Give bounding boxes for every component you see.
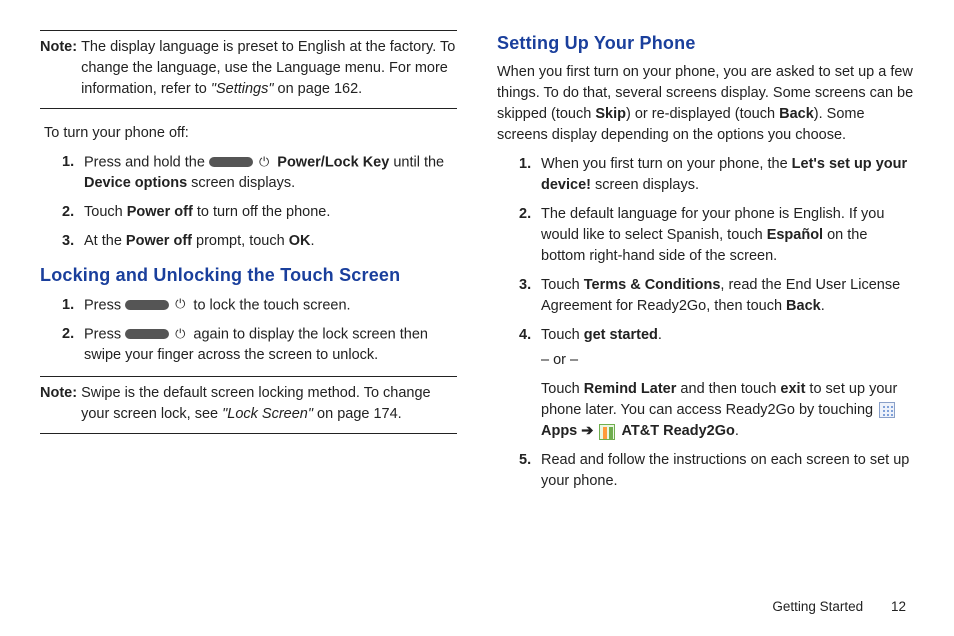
text: and then touch — [676, 381, 780, 397]
text-bold: Power/Lock Key — [273, 154, 389, 170]
left-column: Note: The display language is preset to … — [40, 30, 457, 636]
text-bold: get started — [584, 327, 658, 343]
note-language: Note: The display language is preset to … — [40, 30, 457, 109]
step-1: Press and hold the ⏻ Power/Lock Key unti… — [62, 152, 457, 194]
heading-setup: Setting Up Your Phone — [497, 30, 914, 56]
text-bold: Power off — [126, 233, 192, 249]
power-lock-key-icon: ⏻ — [209, 152, 273, 173]
step-4-alt: Touch Remind Later and then touch exit t… — [541, 379, 914, 442]
step-2: Press ⏻ again to display the lock screen… — [62, 324, 457, 366]
text: until the — [389, 154, 444, 170]
text: screen displays. — [187, 175, 295, 191]
text: . — [735, 423, 739, 439]
text-bold: exit — [780, 381, 805, 397]
right-column: Setting Up Your Phone When you first tur… — [497, 30, 914, 636]
text: to lock the touch screen. — [189, 297, 350, 313]
text-bold: Device options — [84, 175, 187, 191]
lock-steps: Press ⏻ to lock the touch screen. Press … — [40, 295, 457, 367]
text-bold: Terms & Conditions — [584, 277, 721, 293]
step-1: When you first turn on your phone, the L… — [519, 154, 914, 196]
text: When you first turn on your phone, the — [541, 156, 792, 172]
note-label: Note: — [40, 383, 77, 425]
text: At the — [84, 233, 126, 249]
text: Read and follow the instructions on each… — [541, 452, 909, 489]
text-bold: Power off — [127, 204, 193, 220]
text: Touch — [541, 327, 584, 343]
note-text-after: on page 162. — [274, 81, 363, 97]
power-lock-key-icon: ⏻ — [125, 295, 189, 316]
apps-label: Apps — [541, 423, 577, 439]
setup-intro: When you first turn on your phone, you a… — [497, 62, 914, 146]
text-bold: OK — [289, 233, 311, 249]
ready2go-icon — [599, 424, 615, 440]
footer-section: Getting Started — [772, 599, 863, 614]
text: . — [658, 327, 662, 343]
text: . — [310, 233, 314, 249]
step-2: The default language for your phone is E… — [519, 204, 914, 267]
step-4: Touch get started. – or – Touch Remind L… — [519, 325, 914, 442]
note-label: Note: — [40, 37, 77, 100]
note-body: Swipe is the default screen locking meth… — [81, 383, 457, 425]
step-1: Press ⏻ to lock the touch screen. — [62, 295, 457, 316]
note-text-after: on page 174. — [313, 406, 402, 422]
text: . — [821, 298, 825, 314]
heading-locking: Locking and Unlocking the Touch Screen — [40, 262, 457, 288]
text: prompt, touch — [192, 233, 289, 249]
text: Press — [84, 326, 125, 342]
text: Press — [84, 297, 125, 313]
note-body: The display language is preset to Englis… — [81, 37, 457, 100]
turn-off-steps: Press and hold the ⏻ Power/Lock Key unti… — [40, 152, 457, 252]
text: screen displays. — [591, 177, 699, 193]
setup-steps: When you first turn on your phone, the L… — [497, 154, 914, 492]
text: Press and hold the — [84, 154, 209, 170]
apps-grid-icon — [879, 402, 895, 418]
note-ref: "Lock Screen" — [222, 406, 313, 422]
text-bold: Skip — [595, 106, 626, 122]
step-2: Touch Power off to turn off the phone. — [62, 202, 457, 223]
text: Touch — [541, 381, 584, 397]
note-swipe: Note: Swipe is the default screen lockin… — [40, 376, 457, 434]
or-divider: – or – — [541, 350, 914, 371]
text-bold: Back — [786, 298, 821, 314]
page-footer: Getting Started 12 — [772, 599, 906, 614]
turn-off-lead: To turn your phone off: — [44, 123, 457, 144]
power-lock-key-icon: ⏻ — [125, 324, 189, 345]
text-bold: Remind Later — [584, 381, 677, 397]
step-5: Read and follow the instructions on each… — [519, 450, 914, 492]
step-3: Touch Terms & Conditions, read the End U… — [519, 275, 914, 317]
step-3: At the Power off prompt, touch OK. — [62, 231, 457, 252]
footer-page-number: 12 — [891, 599, 906, 614]
text: ) or re-displayed (touch — [626, 106, 779, 122]
arrow-icon: ➔ — [581, 423, 593, 439]
note-ref: "Settings" — [211, 81, 274, 97]
text-bold: Español — [767, 227, 823, 243]
text: Touch — [541, 277, 584, 293]
text-bold: Back — [779, 106, 814, 122]
ready2go-label: AT&T Ready2Go — [622, 423, 735, 439]
text: Touch — [84, 204, 127, 220]
text: to turn off the phone. — [193, 204, 331, 220]
